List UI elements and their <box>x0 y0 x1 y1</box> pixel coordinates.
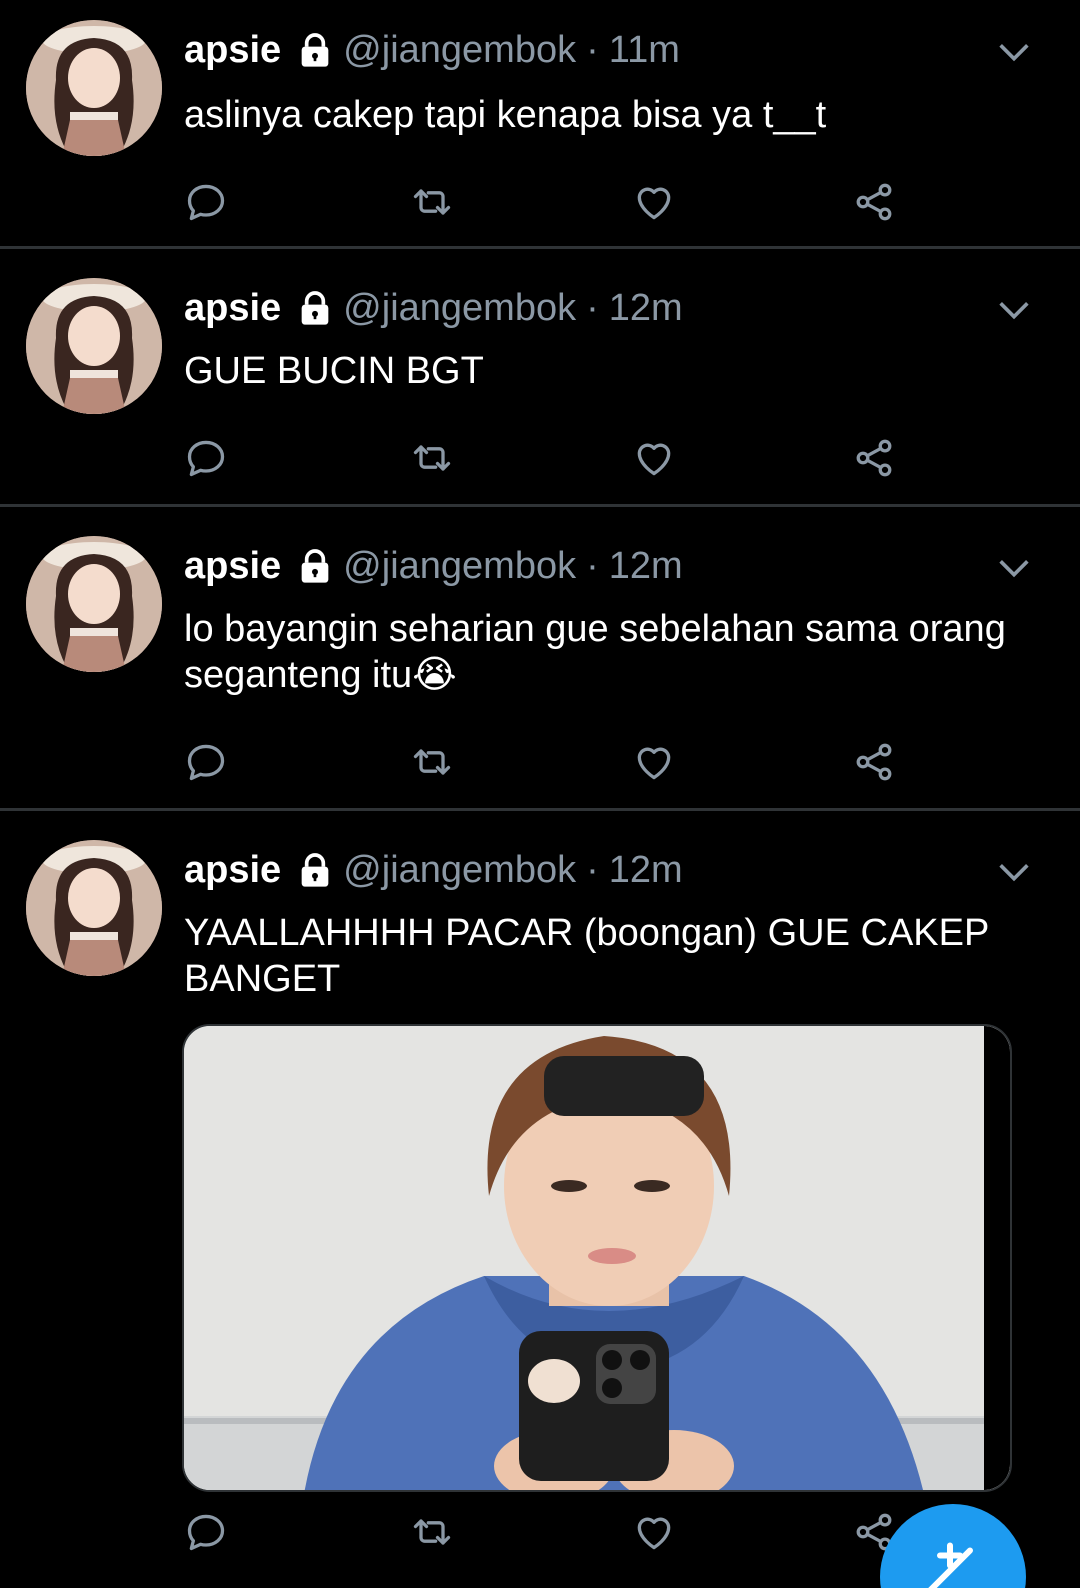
tweet-text: YAALLAHHHH PACAR (boongan) GUE CAKEP BAN… <box>184 910 1044 1002</box>
tweet-text: GUE BUCIN BGT <box>184 350 484 392</box>
separator: · <box>586 286 599 329</box>
share-icon[interactable] <box>852 740 896 784</box>
share-icon[interactable] <box>852 436 896 480</box>
like-icon[interactable] <box>632 740 676 784</box>
avatar[interactable] <box>26 840 162 976</box>
lock-icon <box>301 33 329 67</box>
chevron-down-icon[interactable] <box>994 32 1034 72</box>
lock-icon <box>301 549 329 583</box>
tweet-actions <box>184 180 904 224</box>
user-handle[interactable]: @jiangembok <box>343 545 576 588</box>
tweet[interactable]: apsie @jiangembok · 11m aslinya cakep ta… <box>0 0 1080 248</box>
tweet-header: apsie @jiangembok · 12m <box>184 544 683 588</box>
separator: · <box>586 848 599 891</box>
chevron-down-icon[interactable] <box>994 548 1034 588</box>
compose-icon <box>928 1542 973 1588</box>
tweet-text-line: seganteng itu😭 <box>184 652 1044 698</box>
tweet-header: apsie @jiangembok · 11m <box>184 28 680 72</box>
display-name[interactable]: apsie <box>184 849 281 892</box>
crying-emoji: 😭 <box>412 654 457 696</box>
tweet[interactable]: apsie @jiangembok · 12m GUE BUCIN BGT <box>0 250 1080 506</box>
tweet-header: apsie @jiangembok · 12m <box>184 286 683 330</box>
tweet-header: apsie @jiangembok · 12m <box>184 848 683 892</box>
display-name[interactable]: apsie <box>184 545 281 588</box>
timeline-feed: apsie @jiangembok · 11m aslinya cakep ta… <box>0 0 1080 1588</box>
like-icon[interactable] <box>632 436 676 480</box>
like-icon[interactable] <box>632 180 676 224</box>
retweet-icon[interactable] <box>410 180 454 224</box>
avatar[interactable] <box>26 536 162 672</box>
retweet-icon[interactable] <box>410 740 454 784</box>
tweet-text-line: lo bayangin seharian gue sebelahan sama … <box>184 608 1006 650</box>
display-name[interactable]: apsie <box>184 287 281 330</box>
lock-icon <box>301 291 329 325</box>
share-icon[interactable] <box>852 180 896 224</box>
separator: · <box>586 28 599 71</box>
user-handle[interactable]: @jiangembok <box>343 849 576 892</box>
avatar[interactable] <box>26 20 162 156</box>
like-icon[interactable] <box>632 1510 676 1554</box>
tweet-actions <box>184 436 904 480</box>
avatar[interactable] <box>26 278 162 414</box>
tweet[interactable]: apsie @jiangembok · 12m lo bayangin seha… <box>0 508 1080 810</box>
tweet-actions <box>184 1510 904 1554</box>
tweet-text: lo bayangin seharian gue sebelahan sama … <box>184 606 1044 698</box>
separator: · <box>586 544 599 587</box>
reply-icon[interactable] <box>184 740 228 784</box>
timestamp[interactable]: 12m <box>609 545 683 588</box>
retweet-icon[interactable] <box>410 436 454 480</box>
retweet-icon[interactable] <box>410 1510 454 1554</box>
chevron-down-icon[interactable] <box>994 290 1034 330</box>
tweet-text-fragment: seganteng itu <box>184 654 413 696</box>
tweet-text-line: BANGET <box>184 958 341 1000</box>
divider <box>0 246 1080 249</box>
lock-icon <box>301 853 329 887</box>
reply-icon[interactable] <box>184 1510 228 1554</box>
tweet-text-line: YAALLAHHHH PACAR (boongan) GUE CAKEP <box>184 912 990 954</box>
timestamp[interactable]: 12m <box>609 849 683 892</box>
divider <box>0 808 1080 811</box>
divider <box>0 504 1080 507</box>
reply-icon[interactable] <box>184 436 228 480</box>
tweet-actions <box>184 740 904 784</box>
chevron-down-icon[interactable] <box>994 852 1034 892</box>
timestamp[interactable]: 11m <box>609 29 680 72</box>
user-handle[interactable]: @jiangembok <box>343 287 576 330</box>
tweet-media-image[interactable] <box>182 1024 1012 1492</box>
user-handle[interactable]: @jiangembok <box>343 29 576 72</box>
display-name[interactable]: apsie <box>184 29 281 72</box>
timestamp[interactable]: 12m <box>609 287 683 330</box>
reply-icon[interactable] <box>184 180 228 224</box>
tweet-text: aslinya cakep tapi kenapa bisa ya t__t <box>184 94 827 136</box>
